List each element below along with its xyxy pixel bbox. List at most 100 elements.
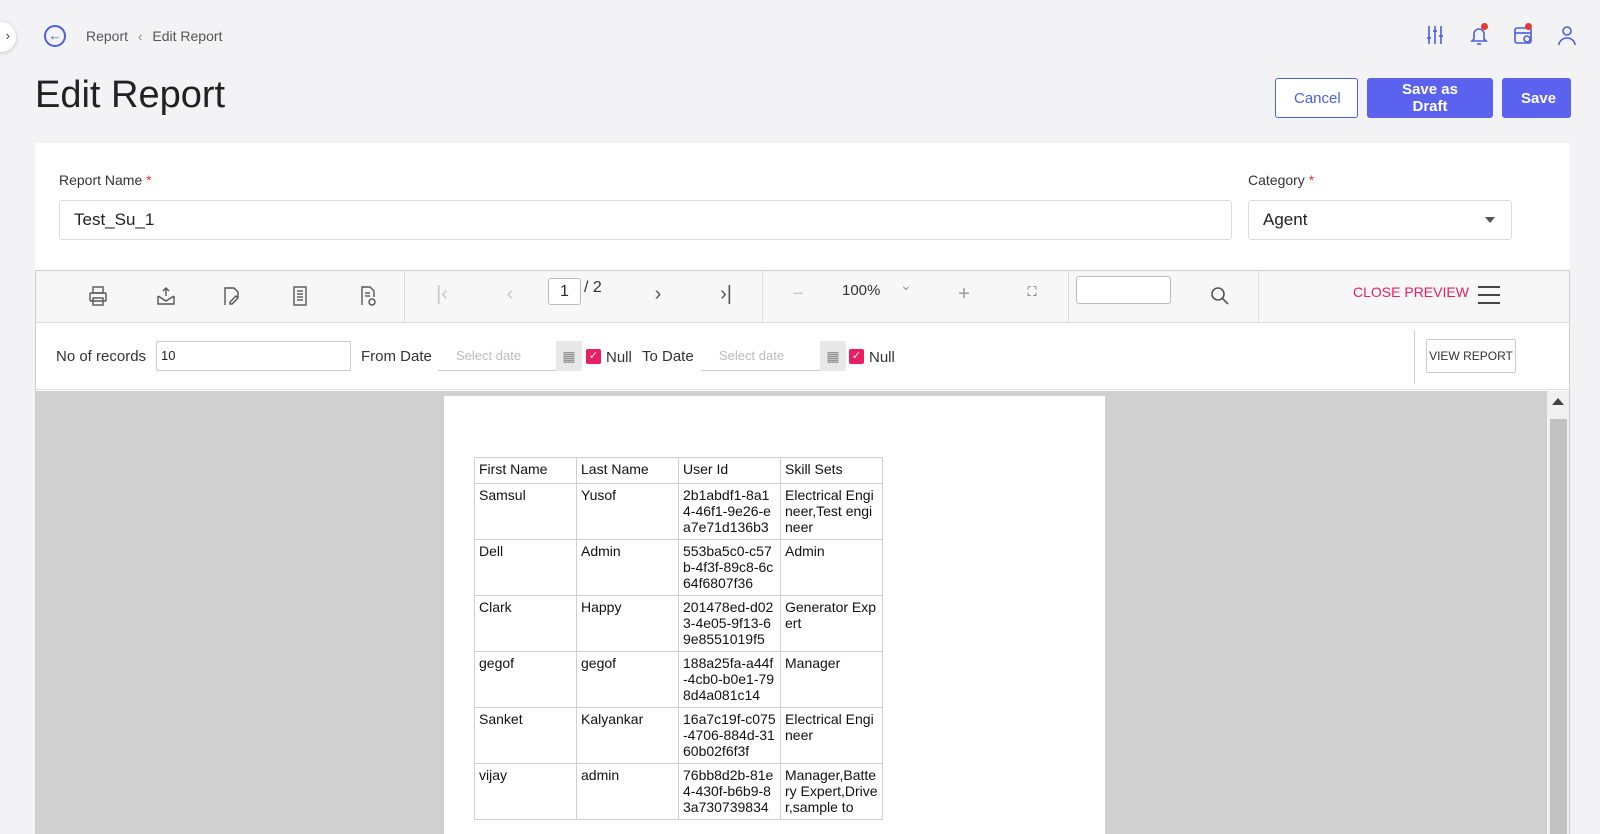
table-cell-text: Manager,Battery Expert,Driver,sample to <box>785 767 878 815</box>
notification-dot <box>1481 23 1488 30</box>
save-button[interactable]: Save <box>1502 78 1571 118</box>
table-cell-text: Happy <box>581 599 622 615</box>
category-select[interactable]: Agent <box>1248 200 1512 240</box>
required-mark: * <box>146 172 152 188</box>
edit-document-icon[interactable] <box>220 285 244 309</box>
table-cell-text: Manager <box>785 655 841 671</box>
top-bar: ← Report ‹ Edit Report <box>0 0 1600 72</box>
records-label: No of records <box>56 348 147 365</box>
to-null-checkbox[interactable]: ✓ <box>849 349 864 364</box>
table-cell: admin <box>576 763 679 820</box>
column-header: Skill Sets <box>780 457 883 484</box>
export-icon[interactable] <box>154 285 178 309</box>
calendar-check-icon[interactable] <box>1512 23 1534 46</box>
table-cell: Electrical Engineer <box>780 707 883 764</box>
report-page: First Name Last Name User Id Skill Sets … <box>444 396 1105 834</box>
from-calendar-icon[interactable]: ▦ <box>556 341 582 371</box>
records-input[interactable]: 10 <box>156 341 351 371</box>
from-date-label: From Date <box>361 348 432 365</box>
zoom-out-icon[interactable]: − <box>786 283 810 307</box>
category-label-text: Category <box>1248 172 1305 188</box>
table-cell-text: Kalyankar <box>581 711 644 727</box>
table-row: Samsul Yusof 2b1abdf1-8a14-46f1-9e26-ea7e7… <box>474 483 883 540</box>
table-cell: Manager <box>780 651 883 708</box>
scroll-up-arrow-icon[interactable] <box>1552 398 1564 405</box>
table-cell-text: Clark <box>479 599 512 615</box>
table-cell: Kalyankar <box>576 707 679 764</box>
table-cell: 2b1abdf1-8a14-46f1-9e26-ea7e71d136b3 <box>678 483 781 540</box>
toolbar-separator <box>1068 271 1069 323</box>
to-calendar-icon[interactable]: ▦ <box>820 341 846 371</box>
vertical-scrollbar[interactable] <box>1547 391 1569 834</box>
table-cell-text: 76bb8d2b-81e4-430f-b6b9-83a730739834 <box>683 767 774 815</box>
table-cell: Manager,Battery Expert,Driver,sample to <box>780 763 883 820</box>
table-cell-text: Samsul <box>479 487 526 503</box>
table-cell-text: Electrical Engineer <box>785 711 874 743</box>
save-as-draft-button[interactable]: Save as Draft <box>1367 78 1493 118</box>
table-cell: gegof <box>576 651 679 708</box>
table-cell: Admin <box>780 539 883 596</box>
table-cell: Samsul <box>474 483 577 540</box>
from-date-input[interactable]: Select date <box>438 341 558 371</box>
table-cell: Generator Expert <box>780 595 883 652</box>
category-selected-value: Agent <box>1263 210 1308 229</box>
close-preview-button[interactable]: CLOSE PREVIEW <box>1353 284 1469 300</box>
table-cell: 16a7c19f-c075-4706-884d-3160b02f6f3f <box>678 707 781 764</box>
next-page-icon[interactable]: › <box>646 283 670 307</box>
from-null-checkbox[interactable]: ✓ <box>586 349 601 364</box>
cancel-button[interactable]: Cancel <box>1275 78 1358 118</box>
page-title: Edit Report <box>35 74 226 116</box>
breadcrumb-root[interactable]: Report <box>86 28 128 44</box>
viewer-search-input[interactable] <box>1076 276 1171 304</box>
print-icon[interactable] <box>86 285 110 309</box>
table-cell-text: 188a25fa-a44f-4cb0-b0e1-798d4a081c14 <box>683 655 775 703</box>
last-page-icon[interactable]: ›| <box>714 283 738 307</box>
table-row: vijay admin 76bb8d2b-81e4-430f-b6b9-83a730… <box>474 763 883 820</box>
fit-page-icon[interactable]: ⛶ <box>1020 284 1044 308</box>
zoom-dropdown-chevron-icon[interactable]: ⌄ <box>894 277 918 301</box>
search-icon[interactable] <box>1208 285 1232 309</box>
previous-page-icon[interactable]: ‹ <box>498 283 522 307</box>
user-profile-icon[interactable] <box>1556 24 1578 46</box>
report-table-header-row: First Name Last Name User Id Skill Sets <box>474 457 883 484</box>
table-cell: Happy <box>576 595 679 652</box>
zoom-in-icon[interactable]: + <box>952 283 976 307</box>
table-cell-text: admin <box>581 767 620 783</box>
report-parameters: No of records 10 From Date Select date ▦… <box>36 324 1569 390</box>
document-settings-icon[interactable] <box>356 285 380 309</box>
breadcrumb-current: Edit Report <box>152 28 223 44</box>
table-cell-text: vijay <box>479 767 508 783</box>
report-form-card: Report Name * Test_Su_1 Category * Agent <box>35 143 1570 834</box>
table-row: gegof gegof 188a25fa-a44f-4cb0-b0e1-798d4a… <box>474 651 883 708</box>
page-setup-icon[interactable] <box>288 285 312 309</box>
to-null-label: Null <box>869 349 895 366</box>
toolbar-separator <box>1258 271 1259 323</box>
zoom-level[interactable]: 100% <box>842 282 880 299</box>
table-cell-text: Dell <box>479 543 504 559</box>
table-cell: gegof <box>474 651 577 708</box>
to-date-label: To Date <box>642 348 694 365</box>
table-cell: 201478ed-d023-4e05-9f13-69e8551019f5 <box>678 595 781 652</box>
table-cell-text: gegof <box>581 655 617 671</box>
report-name-input[interactable]: Test_Su_1 <box>59 200 1232 240</box>
breadcrumb: Report ‹ Edit Report <box>86 28 222 44</box>
from-null-label: Null <box>606 349 632 366</box>
table-row: Sanket Kalyankar 16a7c19f-c075-4706-884d-3… <box>474 707 883 764</box>
back-arrow-icon[interactable]: ← <box>44 25 66 47</box>
to-date-input[interactable]: Select date <box>701 341 821 371</box>
report-table: First Name Last Name User Id Skill Sets … <box>474 457 883 820</box>
header-icons <box>1424 23 1578 46</box>
scroll-thumb[interactable] <box>1550 419 1567 834</box>
report-canvas: First Name Last Name User Id Skill Sets … <box>36 391 1569 834</box>
column-header: First Name <box>474 457 577 484</box>
notification-bell-icon[interactable] <box>1468 23 1490 46</box>
table-cell-text: 16a7c19f-c075-4706-884d-3160b02f6f3f <box>683 711 776 759</box>
table-cell-text: 201478ed-d023-4e05-9f13-69e8551019f5 <box>683 599 774 647</box>
table-cell-text: gegof <box>479 655 515 671</box>
current-page-input[interactable]: 1 <box>548 278 581 305</box>
menu-hamburger-icon[interactable] <box>1478 286 1500 306</box>
view-report-button[interactable]: VIEW REPORT <box>1426 339 1516 373</box>
action-buttons: Cancel Save as Draft Save <box>1275 78 1571 118</box>
first-page-icon[interactable]: |‹ <box>430 283 454 307</box>
settings-sliders-icon[interactable] <box>1424 24 1446 46</box>
